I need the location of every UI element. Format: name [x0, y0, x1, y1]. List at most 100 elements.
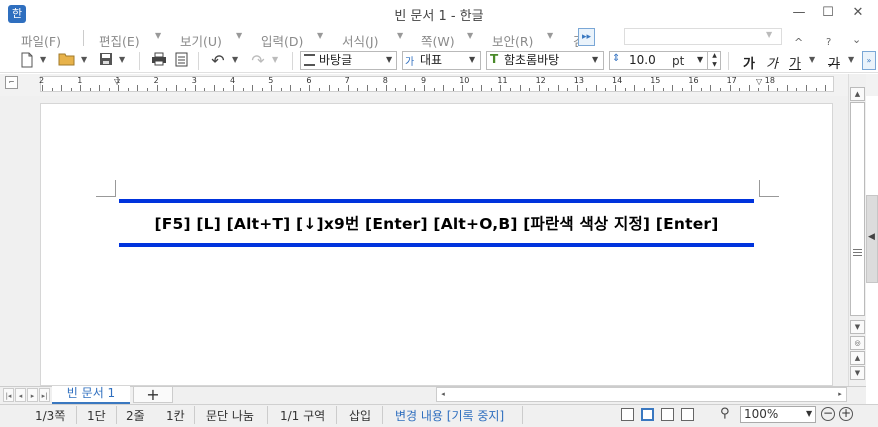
scroll-down-button[interactable]: ▼ [850, 320, 865, 334]
menu-insert-arrow[interactable]: ▼ [317, 31, 323, 40]
document-tab[interactable]: 빈 문서 1 [52, 386, 130, 404]
ruler-tick [796, 88, 797, 91]
font-size-stepper[interactable]: ▲ ▼ [707, 51, 721, 70]
status-line[interactable]: 2줄 [126, 407, 145, 424]
save-arrow[interactable]: ▼ [119, 55, 125, 64]
horizontal-scrollbar[interactable] [436, 387, 847, 402]
chevron-down-icon[interactable]: ▼ [469, 55, 475, 64]
options-dropdown-icon[interactable]: ⌄ [852, 33, 861, 46]
menu-view-arrow[interactable]: ▼ [236, 31, 242, 40]
redo-icon[interactable]: ↷ [250, 52, 266, 70]
zoom-in-icon[interactable]: + [839, 407, 853, 421]
menu-scroll-right-button[interactable]: ▸▸ [578, 28, 595, 46]
status-insert-mode[interactable]: 삽입 [349, 407, 371, 424]
menu-view[interactable]: 보기(U) [180, 31, 222, 50]
previous-page-button[interactable]: ▲ [850, 351, 865, 365]
ruler-tick [701, 88, 702, 91]
ruler-tick [329, 85, 330, 91]
toolbar-more-button[interactable]: » [862, 51, 876, 70]
menu-security-arrow[interactable]: ▼ [547, 31, 553, 40]
menu-format-arrow[interactable]: ▼ [397, 31, 403, 40]
menu-edit-arrow[interactable]: ▼ [155, 31, 161, 40]
two-page-view-icon[interactable] [661, 408, 674, 421]
page-view-icon[interactable] [641, 408, 654, 421]
status-cell[interactable]: 1칸 [166, 407, 185, 424]
strikethrough-button[interactable]: 가 [828, 53, 840, 72]
menu-page[interactable]: 쪽(W) [421, 31, 455, 50]
strikethrough-arrow[interactable]: ▼ [848, 55, 854, 64]
menu-search-input[interactable] [624, 28, 782, 45]
font-size-unit[interactable]: pt [672, 54, 684, 68]
chevron-down-icon[interactable]: ▼ [386, 55, 392, 64]
underline-button[interactable]: 가 [789, 53, 801, 72]
fit-width-icon[interactable] [681, 408, 694, 421]
help-icon[interactable]: ? [826, 37, 831, 48]
document-body-text[interactable]: [F5] [L] [Alt+T] [↓]x9번 [Enter] [Alt+O,B… [119, 212, 754, 234]
ribbon-collapse-icon[interactable]: ^ [794, 36, 803, 49]
ruler-tick [281, 88, 282, 91]
ruler-tick [223, 88, 224, 91]
font-combo[interactable]: 함초롬바탕 [486, 51, 604, 70]
chevron-down-icon[interactable]: ▼ [806, 409, 812, 418]
status-track-changes[interactable]: 변경 내용 [기록 중지] [395, 407, 504, 424]
preview-icon[interactable] [173, 52, 189, 70]
undo-icon[interactable]: ↶ [210, 52, 226, 70]
status-page[interactable]: 1/3쪽 [35, 407, 65, 424]
new-document-arrow[interactable]: ▼ [40, 55, 46, 64]
last-tab-button[interactable]: ▸| [39, 388, 50, 402]
left-indent-marker[interactable]: ▽ [114, 77, 120, 86]
menu-page-arrow[interactable]: ▼ [467, 31, 473, 40]
undo-arrow[interactable]: ▼ [232, 55, 238, 64]
menu-insert[interactable]: 입력(D) [261, 31, 303, 50]
zoom-out-icon[interactable]: − [821, 407, 835, 421]
next-page-button[interactable]: ▼ [850, 366, 865, 380]
vertical-scroll-thumb[interactable] [850, 102, 865, 316]
menu-file[interactable]: 파일(F) [21, 31, 61, 50]
ruler-number: 9 [421, 76, 427, 85]
menu-edit[interactable]: 편집(E) [99, 31, 140, 50]
zoom-combo[interactable]: 100% [740, 406, 816, 423]
next-tab-button[interactable]: ▸ [27, 388, 38, 402]
scroll-right-button[interactable]: ▸ [834, 388, 846, 401]
scroll-left-button[interactable]: ◂ [437, 388, 449, 401]
full-screen-icon[interactable] [621, 408, 634, 421]
add-tab-button[interactable]: + [133, 386, 173, 403]
status-column[interactable]: 1단 [87, 407, 106, 424]
first-tab-button[interactable]: |◂ [3, 388, 14, 402]
open-folder-icon[interactable] [58, 52, 76, 70]
new-document-icon[interactable] [19, 52, 35, 70]
status-paragraph-break[interactable]: 문단 나눔 [206, 407, 254, 424]
maximize-button[interactable]: ☐ [818, 4, 838, 22]
chevron-down-icon[interactable]: ▼ [592, 55, 598, 64]
bold-button[interactable]: 가 [743, 53, 755, 72]
ruler-number: 2 [153, 76, 159, 85]
print-icon[interactable] [150, 52, 167, 70]
horizontal-ruler[interactable] [40, 76, 834, 92]
close-button[interactable]: ✕ [848, 4, 868, 22]
crop-mark [115, 180, 116, 197]
italic-button[interactable]: 가 [766, 53, 778, 72]
select-browse-object-button[interactable]: ◎ [850, 336, 865, 350]
prev-tab-button[interactable]: ◂ [15, 388, 26, 402]
save-icon[interactable] [98, 52, 114, 70]
menu-security[interactable]: 보안(R) [492, 31, 533, 50]
side-panel-arrow-icon[interactable]: ◀ [868, 232, 875, 242]
chevron-down-icon[interactable]: ▼ [766, 30, 772, 39]
ruler-tick [262, 88, 263, 91]
right-indent-marker[interactable]: ▽ [756, 77, 762, 86]
ruler-tick [577, 85, 578, 91]
minimize-button[interactable]: — [789, 4, 809, 22]
font-size-value[interactable]: 10.0 [629, 53, 656, 67]
ruler-tick [443, 85, 444, 91]
menu-format[interactable]: 서식(J) [342, 31, 378, 50]
ruler-tick [90, 88, 91, 91]
zoom-magnifier-icon[interactable]: ⚲ [720, 406, 730, 421]
status-section[interactable]: 1/1 구역 [280, 407, 325, 424]
tab-type-button[interactable]: ⌐ [5, 76, 18, 89]
redo-arrow[interactable]: ▼ [272, 55, 278, 64]
underline-arrow[interactable]: ▼ [809, 55, 815, 64]
scroll-up-button[interactable]: ▲ [850, 87, 865, 101]
font-size-combo[interactable]: 10.0 [609, 51, 721, 70]
unit-dropdown-arrow[interactable]: ▼ [697, 55, 703, 64]
open-folder-arrow[interactable]: ▼ [81, 55, 87, 64]
